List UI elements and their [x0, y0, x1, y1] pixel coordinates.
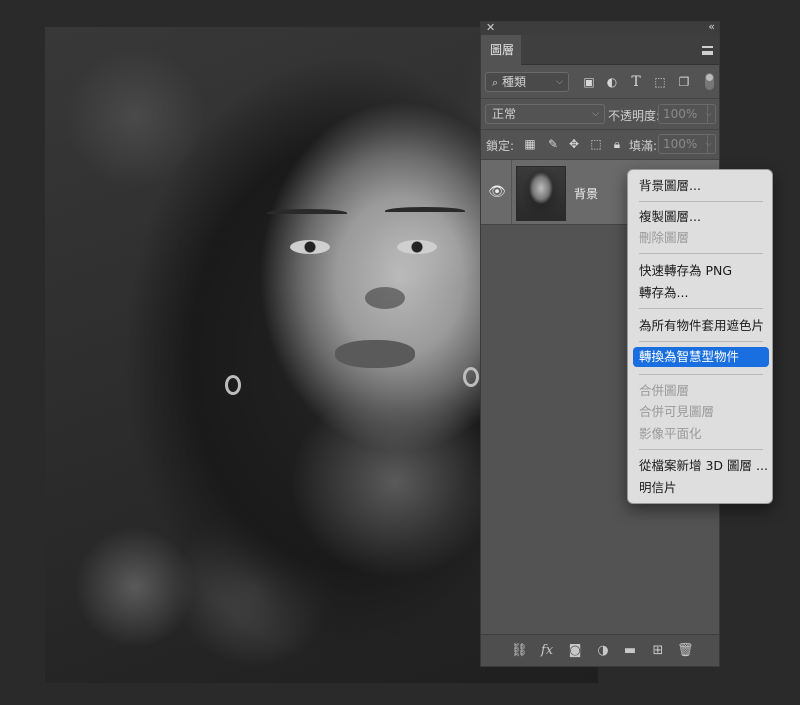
right-eye [397, 240, 437, 254]
kind-filter-select[interactable]: ⌕ 種類 ⌵ [485, 72, 569, 92]
lock-artboard-icon[interactable]: ⬚ [589, 137, 603, 151]
layer-name[interactable]: 背景 [574, 185, 598, 202]
chevron-down-icon: ⌵ [556, 77, 563, 87]
opacity-label: 不透明度: [608, 109, 661, 123]
left-earring [225, 375, 241, 395]
trash-icon[interactable]: 🗑︎ [677, 643, 694, 659]
menu-separator [639, 201, 763, 202]
menu-item-new-3d-layer-from-file[interactable]: 從檔案新增 3D 圖層 ... [633, 456, 769, 476]
lock-label: 鎖定: [486, 139, 515, 153]
nose [365, 287, 405, 309]
panel-menu-icon[interactable] [702, 46, 713, 55]
folder-icon[interactable]: ▬ [622, 643, 638, 659]
tab-row: 圖層 [481, 35, 719, 65]
shape-layer-filter-icon[interactable]: ⬚ [653, 75, 667, 89]
divider [511, 160, 512, 224]
mask-icon[interactable]: ◙ [567, 643, 583, 659]
menu-item-apply-mask-to-all[interactable]: 為所有物件套用遮色片 [633, 316, 769, 336]
menu-item-postcard[interactable]: 明信片 [633, 478, 769, 498]
menu-item-flatten-image[interactable]: 影像平面化 [633, 424, 769, 444]
divider [481, 129, 719, 130]
left-eye [290, 240, 330, 254]
divider [481, 98, 719, 99]
menu-separator [639, 374, 763, 375]
filter-toggle[interactable] [705, 73, 714, 90]
blend-row: 正常 ⌵ 不透明度: 100% ⌵ [481, 102, 719, 126]
fill-input[interactable]: 100% [658, 134, 708, 154]
lock-row: 鎖定: ▦ ✎ ✥ ⬚ 🔒︎ 填滿: 100% ⌵ [481, 132, 719, 156]
link-icon[interactable]: ⛓ [511, 643, 528, 659]
filter-row: ⌕ 種類 ⌵ ▣ ◐ T ⬚ ❐ [481, 70, 719, 94]
smart-object-filter-icon[interactable]: ❐ [677, 75, 691, 89]
new-layer-icon[interactable]: ⊞ [650, 643, 666, 659]
menu-separator [639, 341, 763, 342]
close-panel-icon[interactable]: ✕ [486, 21, 495, 34]
panel-footer: ⛓ fx ◙ ◑ ▬ ⊞ 🗑︎ [481, 634, 719, 666]
lock-all-icon[interactable]: 🔒︎ [610, 137, 624, 151]
adjustment-layer-filter-icon[interactable]: ◐ [605, 75, 619, 89]
lock-position-icon[interactable]: ✥ [567, 137, 581, 151]
fill-dropdown[interactable]: ⌵ [702, 134, 716, 154]
pixel-layer-filter-icon[interactable]: ▣ [582, 75, 596, 89]
kind-filter-label: 種類 [502, 75, 527, 89]
left-eyebrow [267, 209, 347, 217]
type-layer-filter-icon[interactable]: T [629, 75, 643, 89]
collapse-panel-icon[interactable]: ‹‹ [708, 20, 715, 33]
menu-item-convert-to-smart-object[interactable]: 轉換為智慧型物件 [633, 347, 769, 367]
menu-item-delete-layer[interactable]: 刪除圖層 [633, 228, 769, 248]
tab-layers[interactable]: 圖層 [481, 35, 521, 65]
layer-thumbnail [516, 166, 566, 221]
lock-transparent-pixels-icon[interactable]: ▦ [523, 137, 537, 151]
visibility-eye-icon[interactable]: 👁︎ [487, 184, 507, 200]
menu-item-export-as[interactable]: 轉存為... [633, 283, 769, 303]
adjustment-icon[interactable]: ◑ [595, 643, 611, 659]
menu-item-merge-layers[interactable]: 合併圖層 [633, 381, 769, 401]
right-eyebrow [385, 207, 465, 215]
menu-separator [639, 449, 763, 450]
chevron-down-icon: ⌵ [592, 109, 599, 119]
fx-icon[interactable]: fx [539, 643, 555, 659]
menu-separator [639, 308, 763, 309]
blend-mode-select[interactable]: 正常 ⌵ [485, 104, 605, 124]
menu-item-background-layer[interactable]: 背景圖層... [633, 176, 769, 196]
blend-mode-value: 正常 [492, 107, 517, 121]
right-earring [463, 367, 479, 387]
opacity-input[interactable]: 100% [658, 104, 708, 124]
opacity-dropdown[interactable]: ⌵ [702, 104, 716, 124]
menu-item-duplicate-layer[interactable]: 複製圖層... [633, 207, 769, 227]
menu-item-merge-visible[interactable]: 合併可見圖層 [633, 402, 769, 422]
lock-image-pixels-icon[interactable]: ✎ [546, 137, 560, 151]
fill-label: 填滿: [629, 139, 658, 153]
search-icon: ⌕ [492, 76, 499, 89]
layer-context-menu: 背景圖層... 複製圖層... 刪除圖層 快速轉存為 PNG 轉存為... 為所… [627, 169, 773, 504]
menu-separator [639, 253, 763, 254]
menu-item-quick-export-png[interactable]: 快速轉存為 PNG [633, 261, 769, 281]
panel-topbar: ✕ ‹‹ [481, 20, 719, 35]
lips [335, 340, 415, 368]
